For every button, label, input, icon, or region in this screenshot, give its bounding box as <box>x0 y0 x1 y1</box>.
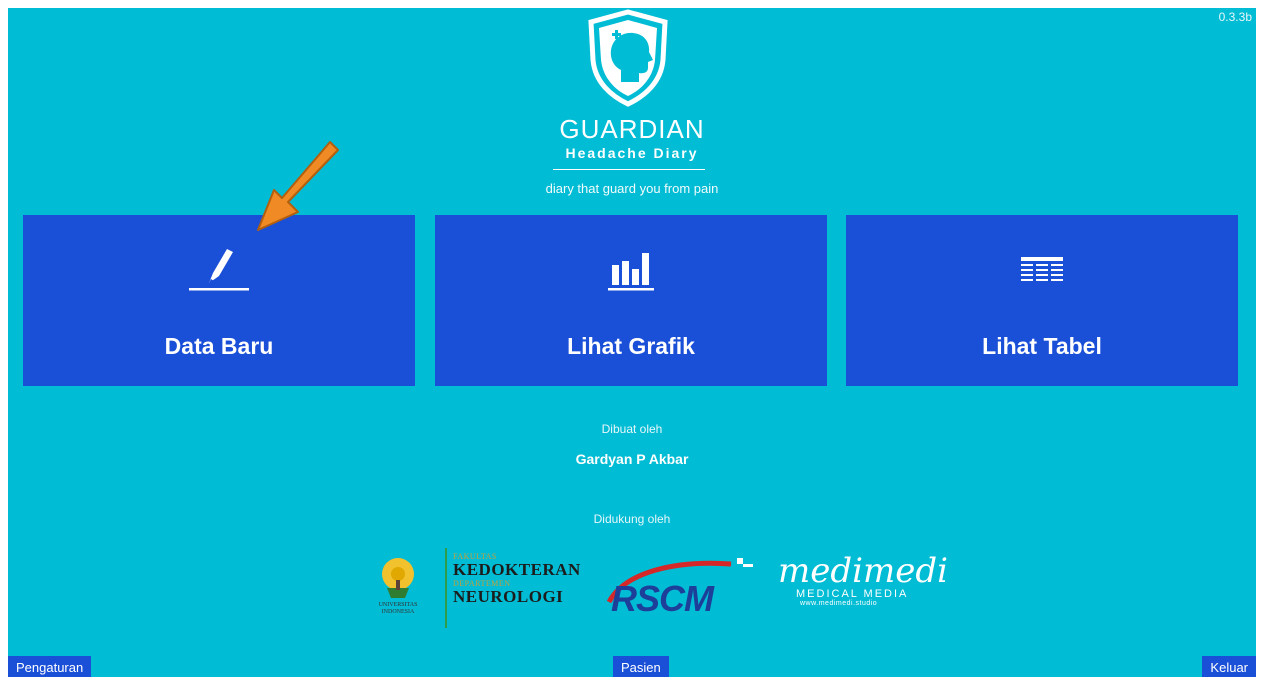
new-data-label: Data Baru <box>164 333 274 359</box>
app-title: GUARDIAN <box>559 114 705 144</box>
medimedi-logo: medimedi MEDICAL MEDIA www.medimedi.stud… <box>778 554 948 607</box>
supported-by-label: Didukung oleh <box>593 512 671 526</box>
exit-button[interactable]: Keluar <box>1202 656 1256 677</box>
app-subtitle: Headache Diary <box>565 145 699 161</box>
view-chart-button[interactable]: Lihat Grafik <box>435 215 827 386</box>
pencil-icon <box>189 249 249 291</box>
medimedi-wordmark: medimedi <box>778 551 948 591</box>
fk-divider <box>445 548 447 628</box>
makara-seal-icon <box>382 558 414 598</box>
universitas-indonesia-logo: UNIVERSITAS INDONESIA <box>373 554 423 630</box>
view-chart-label: Lihat Grafik <box>567 333 695 359</box>
fk-neurologi-label: NEUROLOGI <box>453 587 564 606</box>
new-data-button[interactable]: Data Baru <box>23 215 415 386</box>
view-table-label: Lihat Tabel <box>982 333 1102 359</box>
rscm-logo-text: RSCM <box>611 578 714 619</box>
title-divider <box>553 169 705 170</box>
app-window: 0.3.3b GUARDIAN Headache Diary diary tha… <box>8 8 1256 677</box>
patient-button[interactable]: Pasien <box>613 656 669 677</box>
view-table-button[interactable]: Lihat Tabel <box>846 215 1238 386</box>
shield-head-logo-icon <box>588 9 668 107</box>
settings-button[interactable]: Pengaturan <box>8 656 92 677</box>
app-tagline: diary that guard you from pain <box>545 181 719 196</box>
orange-arrow-icon <box>257 141 339 231</box>
medimedi-url: www.medimedi.studio <box>800 600 878 607</box>
sponsor-logos: UNIVERSITAS INDONESIA FAKULTAS KEDOKTERA… <box>373 548 948 630</box>
author-name: Gardyan P Akbar <box>575 451 689 467</box>
fk-neurologi-logo: FAKULTAS KEDOKTERAN DEPARTEMEN NEUROLOGI <box>453 552 581 606</box>
made-by-label: Dibuat oleh <box>601 422 663 436</box>
ui-seal-text: UNIVERSITAS INDONESIA <box>378 602 418 615</box>
table-icon <box>1021 257 1063 281</box>
version-label: 0.3.3b <box>1218 10 1252 24</box>
bar-chart-icon <box>608 253 654 291</box>
fk-kedokteran-label: KEDOKTERAN <box>453 560 581 579</box>
